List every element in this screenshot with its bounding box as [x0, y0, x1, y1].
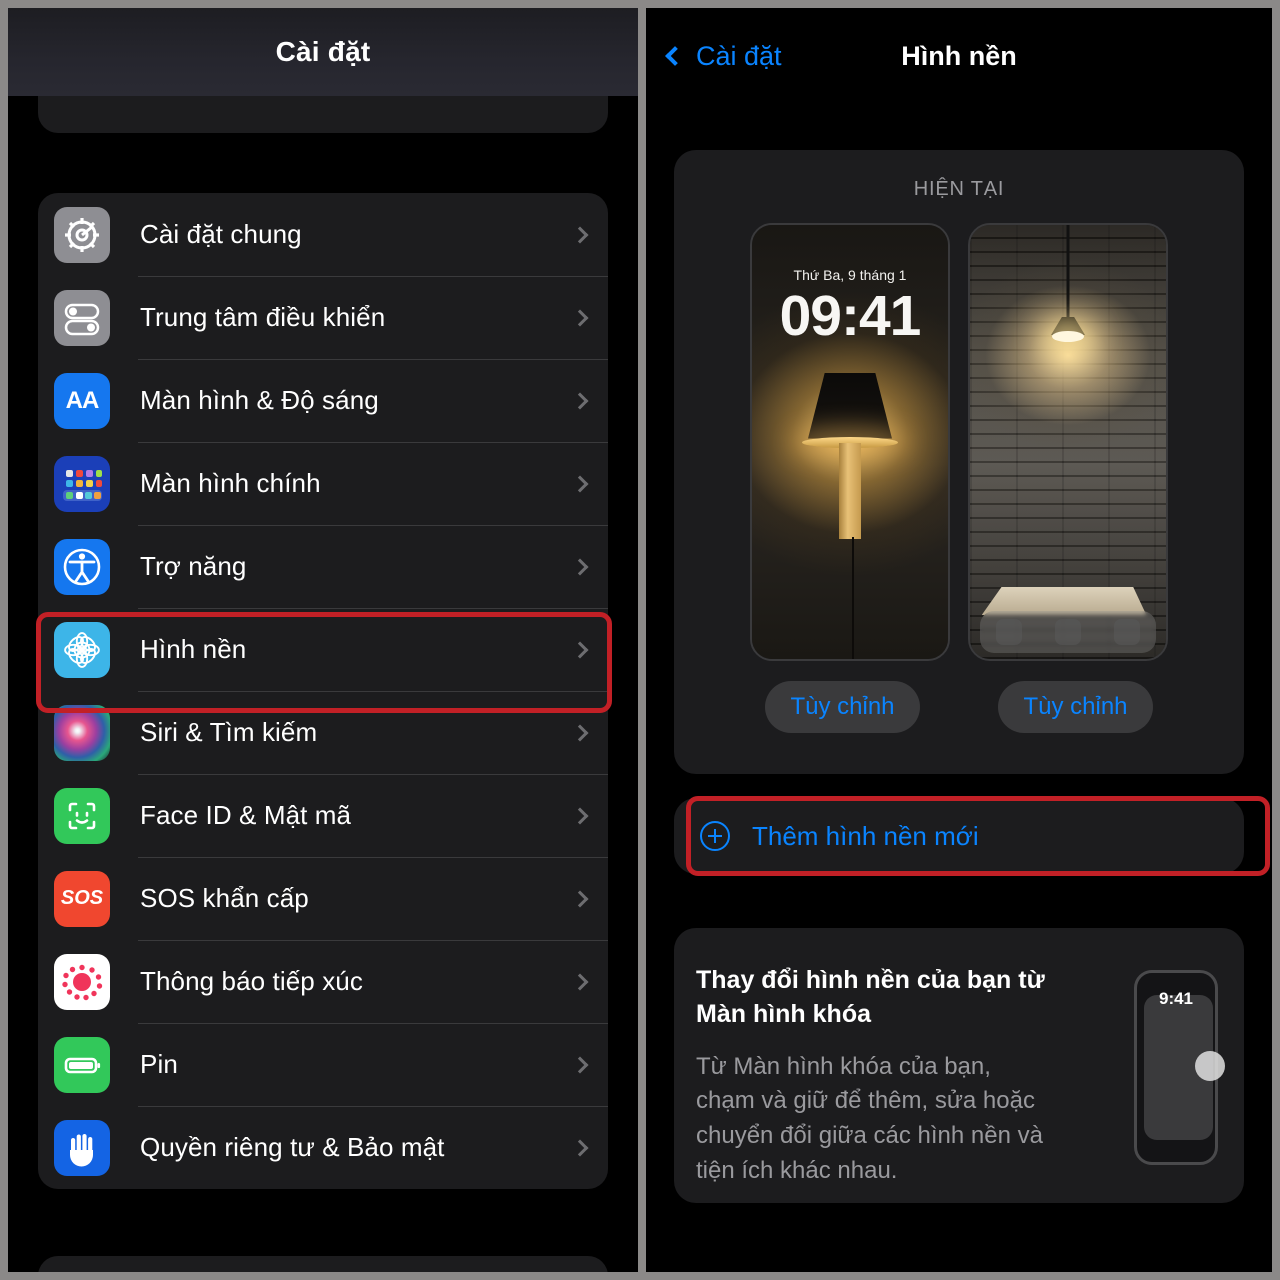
face-id-icon: [54, 787, 110, 844]
home-screen-preview[interactable]: [968, 223, 1168, 661]
sidebar-item-label: Màn hình chính: [140, 468, 321, 498]
accessibility-icon: [54, 538, 110, 595]
display-brightness-icon: AA: [54, 372, 110, 429]
chevron-right-icon: [571, 973, 589, 990]
highlight-box-wallpaper-row: [36, 612, 612, 713]
sidebar-item-label: SOS khẩn cấp: [140, 883, 309, 913]
page-title: Cài đặt: [275, 36, 371, 67]
highlight-box-add-wallpaper: [686, 796, 1270, 876]
sidebar-item-control-center[interactable]: Trung tâm điều khiển: [38, 276, 608, 359]
sidebar-item-label: Siri & Tìm kiếm: [140, 717, 318, 747]
sos-icon: SOS: [54, 870, 110, 927]
sidebar-item-label: Cài đặt chung: [140, 219, 302, 249]
chevron-right-icon: [571, 309, 589, 326]
current-section-heading: HIỆN TẠI: [913, 178, 1005, 200]
sidebar-item-general[interactable]: Cài đặt chung: [38, 193, 608, 276]
exposure-notification-icon: [54, 953, 110, 1010]
back-button-label: Cài đặt: [696, 40, 782, 71]
chevron-right-icon: [571, 890, 589, 907]
sidebar-item-home-screen[interactable]: Màn hình chính: [38, 442, 608, 525]
dock-app-icon: [996, 619, 1023, 645]
display-icon-glyph: AA: [65, 386, 100, 414]
sidebar-item-privacy-security[interactable]: Quyền riêng tư & Bảo mật: [38, 1106, 608, 1189]
chevron-right-icon: [571, 1056, 589, 1073]
lock-screen-preview[interactable]: Thứ Ba, 9 tháng 1 09:41: [750, 223, 950, 661]
sidebar-item-exposure-notifications[interactable]: Thông báo tiếp xúc: [38, 940, 608, 1023]
settings-list-panel: Cài đặt chung Trung tâm điều khiển AA Mà…: [8, 8, 638, 1272]
sidebar-item-battery[interactable]: Pin: [38, 1023, 608, 1106]
right-nav-bar: Cài đặt Hình nền: [646, 8, 1272, 104]
back-button[interactable]: Cài đặt: [662, 41, 782, 72]
settings-group-next: [38, 1256, 608, 1272]
sidebar-item-label: Thông báo tiếp xúc: [140, 966, 363, 996]
chevron-right-icon: [571, 807, 589, 824]
customize-lock-button[interactable]: Tùy chỉnh: [765, 681, 920, 733]
chevron-right-icon: [571, 475, 589, 492]
sidebar-item-accessibility[interactable]: Trợ năng: [38, 525, 608, 608]
phone-illustration-time: 9:41: [1158, 989, 1194, 1008]
customize-home-button[interactable]: Tùy chỉnh: [998, 681, 1153, 733]
control-center-icon: [54, 289, 110, 346]
dock-app-icon: [1054, 619, 1081, 645]
touch-indicator-icon: [1195, 1051, 1225, 1081]
chevron-right-icon: [571, 392, 589, 409]
sidebar-item-label: Trung tâm điều khiển: [140, 302, 386, 332]
pendant-bulb-shape: [1052, 331, 1084, 342]
sidebar-item-label: Quyền riêng tư & Bảo mật: [140, 1132, 445, 1162]
lamp-cord-shape: [851, 536, 854, 659]
home-screen-dock: [979, 611, 1157, 653]
sidebar-item-label: Face ID & Mật mã: [140, 800, 352, 830]
sos-icon-glyph: SOS: [60, 887, 104, 909]
chevron-right-icon: [571, 558, 589, 575]
info-card-body: Từ Màn hình khóa của bạn, chạm và giữ để…: [696, 1052, 1043, 1184]
battery-icon: [54, 1036, 110, 1093]
sidebar-item-emergency-sos[interactable]: SOS SOS khẩn cấp: [38, 857, 608, 940]
chevron-left-icon: [665, 46, 685, 66]
sidebar-item-label: Pin: [140, 1049, 178, 1079]
customize-buttons-row: Tùy chỉnh Tùy chỉnh: [674, 681, 1244, 733]
sidebar-item-display-brightness[interactable]: AA Màn hình & Độ sáng: [38, 359, 608, 442]
screenshot-frame: Cài đặt chung Trung tâm điều khiển AA Mà…: [8, 8, 1272, 1272]
lock-screen-date: Thứ Ba, 9 tháng 1: [793, 267, 907, 283]
info-card: Thay đổi hình nền của bạn từ Màn hình kh…: [674, 928, 1244, 1203]
left-nav-bar: Cài đặt: [8, 8, 638, 96]
wallpaper-previews: Thứ Ba, 9 tháng 1 09:41: [674, 223, 1244, 661]
lamp-stem-shape: [839, 442, 861, 539]
lock-screen-time: 09:41: [779, 284, 922, 348]
pendant-cord-shape: [1066, 225, 1070, 322]
gear-icon: [54, 206, 110, 263]
chevron-right-icon: [571, 226, 589, 243]
current-wallpaper-card: HIỆN TẠI Thứ Ba, 9 tháng 1 09:41 Tùy chỉ…: [674, 150, 1244, 774]
chevron-right-icon: [571, 724, 589, 741]
chevron-right-icon: [571, 1139, 589, 1156]
info-card-title: Thay đổi hình nền của bạn từ Màn hình kh…: [696, 966, 1045, 1028]
privacy-security-icon: [54, 1119, 110, 1176]
home-screen-icon: [54, 455, 110, 512]
sidebar-item-label: Trợ năng: [140, 551, 247, 581]
sidebar-item-face-id[interactable]: Face ID & Mật mã: [38, 774, 608, 857]
sidebar-item-label: Màn hình & Độ sáng: [140, 385, 379, 415]
wallpaper-detail-panel: Cài đặt Hình nền HIỆN TẠI Thứ Ba, 9 thán…: [646, 8, 1272, 1272]
phone-illustration: 9:41: [1134, 970, 1225, 1165]
dock-app-icon: [1113, 619, 1140, 645]
